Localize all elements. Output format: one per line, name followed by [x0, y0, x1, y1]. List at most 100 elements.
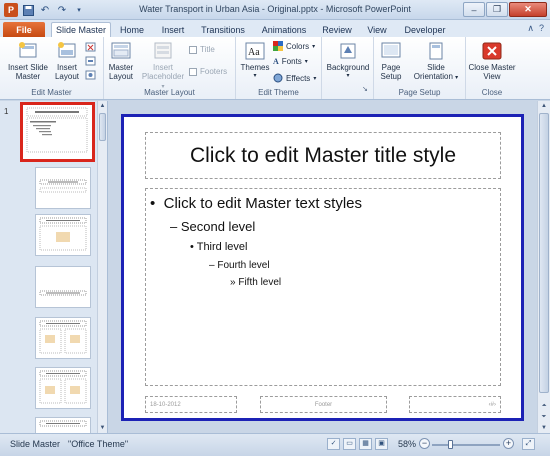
- layout-thumbnail[interactable]: [35, 367, 91, 409]
- status-bar: Slide Master "Office Theme" ✓ ▭ ▦ ▣ 58% …: [0, 433, 550, 456]
- close-window-button[interactable]: ✕: [509, 2, 547, 17]
- master-layout-button[interactable]: Master Layout: [106, 41, 136, 81]
- group-label-edit-theme: Edit Theme: [258, 88, 299, 97]
- text-level-2: – Second level: [170, 219, 256, 234]
- zoom-slider[interactable]: [432, 440, 500, 449]
- spell-check-icon[interactable]: ✓: [327, 438, 340, 450]
- layout-thumbnail[interactable]: [35, 167, 91, 209]
- redo-icon[interactable]: ↷: [55, 3, 69, 17]
- scroll-down-arrow-icon[interactable]: ▼: [98, 423, 107, 433]
- layout-thumbnail[interactable]: [35, 214, 91, 256]
- layout-thumbnail-preview: [39, 320, 87, 354]
- save-icon[interactable]: [21, 3, 35, 17]
- themes-icon: Aa: [244, 41, 266, 61]
- slide-number-placeholder[interactable]: ‹#›: [409, 396, 501, 413]
- minimize-ribbon-icon[interactable]: ∧: [527, 23, 534, 34]
- group-edit-master: Insert Slide Master Insert Layout Edit M…: [0, 37, 104, 99]
- ribbon-tabs: File Slide Master Home Insert Transition…: [0, 20, 550, 37]
- insert-placeholder-button[interactable]: Insert Placeholder ▾: [140, 41, 186, 92]
- theme-name-status: "Office Theme": [68, 439, 129, 449]
- thumbnails-scrollbar[interactable]: ▲ ▼: [97, 101, 107, 433]
- help-icon[interactable]: ?: [539, 23, 544, 34]
- fonts-button[interactable]: A Fonts ▾: [273, 57, 308, 66]
- next-slide-icon[interactable]: ⏷: [538, 412, 550, 422]
- close-master-view-button[interactable]: Close Master View: [466, 41, 518, 81]
- normal-view-icon[interactable]: ▭: [343, 438, 356, 450]
- text-level-4: – Fourth level: [209, 260, 270, 271]
- fit-slide-to-window-icon[interactable]: ⤢: [522, 438, 535, 450]
- slide-scroll-up-icon[interactable]: ▲: [538, 101, 550, 111]
- tab-review[interactable]: Review: [318, 22, 356, 37]
- zoom-out-icon[interactable]: −: [419, 438, 430, 449]
- group-label-master-layout: Master Layout: [144, 88, 195, 97]
- quick-access-toolbar: P ↶ ↷ ▾: [4, 3, 86, 17]
- page-setup-button[interactable]: Page Setup: [376, 41, 406, 81]
- group-label-close: Close: [481, 88, 503, 97]
- ribbon-controls: ∧ ?: [527, 23, 544, 34]
- title-checkbox[interactable]: Title: [189, 45, 215, 54]
- slide-scroll-down-icon[interactable]: ▼: [538, 423, 550, 433]
- footers-checkbox-box: [189, 67, 197, 76]
- slide-orientation-button[interactable]: Slide Orientation ▾: [408, 41, 464, 83]
- reading-view-icon[interactable]: ▣: [375, 438, 388, 450]
- view-name-status: Slide Master: [10, 439, 61, 449]
- delete-slide-icon[interactable]: [85, 42, 96, 53]
- slide-editing-area: Click to edit Master title style • Click…: [109, 101, 550, 433]
- restore-button[interactable]: ❐: [486, 2, 508, 17]
- background-styles-icon: [337, 41, 359, 61]
- background-dialog-launcher-icon[interactable]: ↘: [362, 85, 368, 93]
- themes-caret-icon: ▾: [253, 73, 257, 79]
- layout-thumbnail-preview: [39, 217, 87, 251]
- effects-button[interactable]: Effects ▾: [273, 73, 316, 83]
- undo-icon[interactable]: ↶: [38, 3, 52, 17]
- tab-file[interactable]: File: [3, 22, 45, 37]
- text-level-5: » Fifth level: [230, 277, 282, 288]
- title-checkbox-box: [189, 45, 197, 54]
- master-thumbnail[interactable]: [20, 102, 95, 162]
- group-master-layout: Master Layout Insert Placeholder ▾ Title…: [104, 37, 236, 99]
- zoom-slider-knob[interactable]: [448, 440, 453, 449]
- insert-layout-button[interactable]: Insert Layout: [52, 41, 82, 81]
- master-slide[interactable]: Click to edit Master title style • Click…: [121, 114, 524, 421]
- footer-placeholder[interactable]: Footer: [260, 396, 387, 413]
- insert-slide-master-button[interactable]: Insert Slide Master: [6, 41, 50, 81]
- tab-developer[interactable]: Developer: [400, 22, 450, 37]
- slide-sorter-view-icon[interactable]: ▦: [359, 438, 372, 450]
- preserve-slide-icon[interactable]: [85, 70, 96, 81]
- date-placeholder[interactable]: 18-10-2012: [145, 396, 237, 413]
- zoom-level[interactable]: 58%: [398, 439, 416, 449]
- tab-view[interactable]: View: [362, 22, 392, 37]
- background-button[interactable]: Background ▾: [325, 41, 371, 81]
- customize-qat-icon[interactable]: ▾: [72, 3, 86, 17]
- layout-thumbnail[interactable]: [35, 417, 91, 433]
- colors-button[interactable]: Colors ▾: [273, 41, 315, 51]
- slide-thumbnails-pane: 1 ▲ ▼: [0, 101, 108, 433]
- master-layout-icon: [110, 41, 132, 61]
- minimize-button[interactable]: –: [463, 2, 485, 17]
- previous-slide-icon[interactable]: ⏶: [538, 401, 550, 411]
- tab-animations[interactable]: Animations: [257, 22, 311, 37]
- tab-slide-master[interactable]: Slide Master: [51, 22, 111, 37]
- powerpoint-logo-icon[interactable]: P: [4, 3, 18, 17]
- thumbnails-scroll-thumb[interactable]: [99, 113, 106, 141]
- tab-home[interactable]: Home: [115, 22, 149, 37]
- layout-thumbnail[interactable]: [35, 317, 91, 359]
- group-close: Close Master View Close: [466, 37, 518, 99]
- zoom-in-icon[interactable]: +: [503, 438, 514, 449]
- group-page-setup: Page Setup Slide Orientation ▾ Page Setu…: [374, 37, 466, 99]
- slide-scrollbar[interactable]: ▲ ⏶ ⏷ ▼: [537, 101, 550, 433]
- slide-scroll-thumb[interactable]: [539, 113, 549, 393]
- tab-insert[interactable]: Insert: [155, 22, 191, 37]
- scroll-up-arrow-icon[interactable]: ▲: [98, 101, 107, 111]
- layout-thumbnail[interactable]: [35, 266, 91, 308]
- themes-button[interactable]: Aa Themes ▾: [238, 41, 272, 81]
- rename-slide-icon[interactable]: [85, 56, 96, 67]
- footers-checkbox[interactable]: Footers: [189, 67, 227, 76]
- layout-thumbnail-preview: [39, 370, 87, 404]
- title-placeholder[interactable]: Click to edit Master title style: [145, 132, 501, 179]
- body-placeholder[interactable]: • Click to edit Master text styles – Sec…: [145, 188, 501, 386]
- close-master-view-icon: [481, 41, 503, 61]
- tab-transitions[interactable]: Transitions: [197, 22, 249, 37]
- fonts-icon: A: [273, 57, 279, 66]
- group-label-edit-master: Edit Master: [31, 88, 72, 97]
